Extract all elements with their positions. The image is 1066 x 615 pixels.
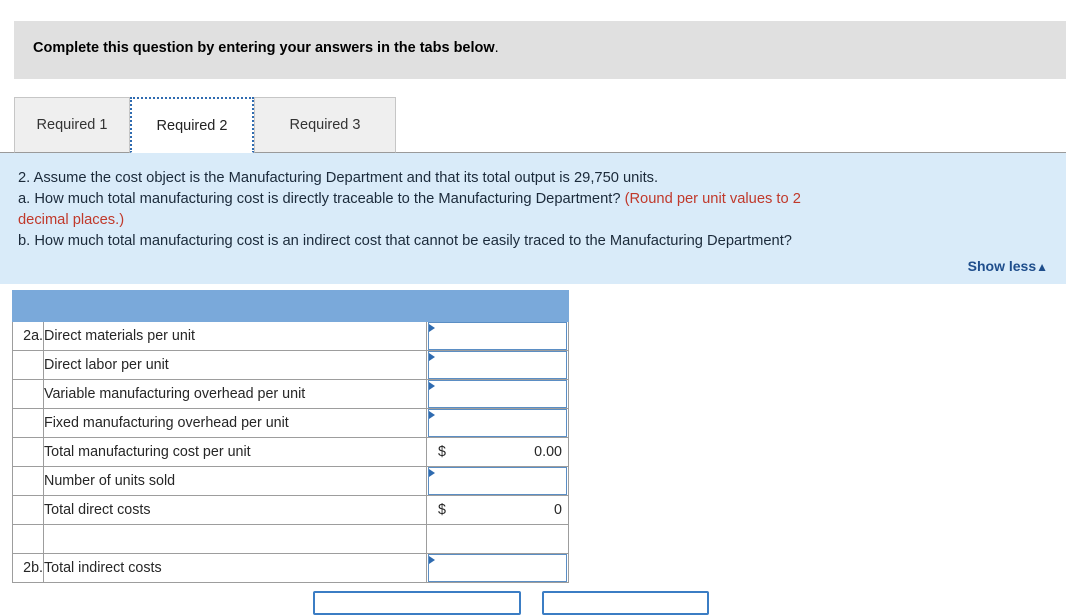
tab-required-3[interactable]: Required 3 [254,97,396,153]
input-variable-manufacturing-overhead-per-unit[interactable] [426,379,569,409]
next-required-button[interactable] [542,591,709,615]
tab-required-1[interactable]: Required 1 [14,97,130,153]
row-label: Number of units sold [43,466,427,496]
row-label: Total direct costs [43,495,427,525]
input-box[interactable] [428,467,567,495]
table-row: 2b. Total indirect costs [12,553,569,583]
input-box[interactable] [428,554,567,582]
input-box[interactable] [428,409,567,437]
row-number [12,437,44,467]
row-number [12,495,44,525]
tab-required-1-label: Required 1 [36,117,108,133]
table-row: Total manufacturing cost per unit $ 0.00 [12,437,569,467]
question-line-2-red: (Round per unit values to 2 [624,191,801,207]
row-label: Fixed manufacturing overhead per unit [43,408,427,438]
input-total-indirect-costs[interactable] [426,553,569,583]
question-line-1: 2. Assume the cost object is the Manufac… [18,170,659,186]
cursor-marker-icon [429,324,435,332]
previous-required-button[interactable] [313,591,521,615]
input-box[interactable] [428,351,567,379]
input-box[interactable] [428,322,567,350]
value-total-manufacturing-cost-per-unit: $ 0.00 [426,437,569,467]
row-number [12,524,44,554]
row-label [43,524,427,554]
row-number [12,408,44,438]
currency-symbol: $ [438,502,446,518]
table-header-row [12,290,569,322]
header-cell-num [12,290,44,322]
show-less-link[interactable]: Show less▲ [968,258,1048,274]
row-label: Direct labor per unit [43,350,427,380]
row-number [12,350,44,380]
tab-required-2[interactable]: Required 2 [130,97,254,153]
header-cell-value [426,290,569,322]
cursor-marker-icon [429,469,435,477]
input-fixed-manufacturing-overhead-per-unit[interactable] [426,408,569,438]
header-cell-label [43,290,427,322]
tab-required-2-label: Required 2 [156,117,228,134]
instruction-text: Complete this question by entering your … [33,40,499,56]
show-less-label: Show less [967,258,1037,274]
amount: 0 [554,502,562,518]
row-number [12,466,44,496]
table-row: Variable manufacturing overhead per unit [12,379,569,409]
row-number [12,379,44,409]
question-line-4: b. How much total manufacturing cost is … [18,233,792,249]
row-label: Direct materials per unit [43,321,427,351]
cursor-marker-icon [429,556,435,564]
answer-table: 2a. Direct materials per unit Direct lab… [12,290,569,583]
table-row: Fixed manufacturing overhead per unit [12,408,569,438]
row-number: 2a. [12,321,44,351]
value-total-direct-costs: $ 0 [426,495,569,525]
instruction-tail: . [494,40,499,56]
cursor-marker-icon [429,382,435,390]
table-row: Direct labor per unit [12,350,569,380]
cursor-marker-icon [429,353,435,361]
row-label: Total indirect costs [43,553,427,583]
tab-strip: Required 1 Required 2 Required 3 [0,97,1066,153]
blank-value-cell [426,524,569,554]
input-direct-materials-per-unit[interactable] [426,321,569,351]
question-line-3: decimal places.) [18,212,125,228]
input-number-of-units-sold[interactable] [426,466,569,496]
caret-up-icon: ▲ [1036,260,1048,274]
question-line-2: a. How much total manufacturing cost is … [18,189,801,209]
table-row: Number of units sold [12,466,569,496]
cursor-marker-icon [429,411,435,419]
tab-required-3-label: Required 3 [289,117,361,133]
table-row: 2a. Direct materials per unit [12,321,569,351]
input-box[interactable] [428,380,567,408]
row-number: 2b. [12,553,44,583]
row-label: Variable manufacturing overhead per unit [43,379,427,409]
question-line-2-black: a. How much total manufacturing cost is … [18,191,625,207]
currency-symbol: $ [438,444,446,460]
instruction-banner: Complete this question by entering your … [14,21,1066,79]
table-row: Total direct costs $ 0 [12,495,569,525]
table-row [12,524,569,554]
input-direct-labor-per-unit[interactable] [426,350,569,380]
instruction-bold: Complete this question by entering your … [33,40,495,56]
amount: 0.00 [534,444,562,460]
row-label: Total manufacturing cost per unit [43,437,427,467]
